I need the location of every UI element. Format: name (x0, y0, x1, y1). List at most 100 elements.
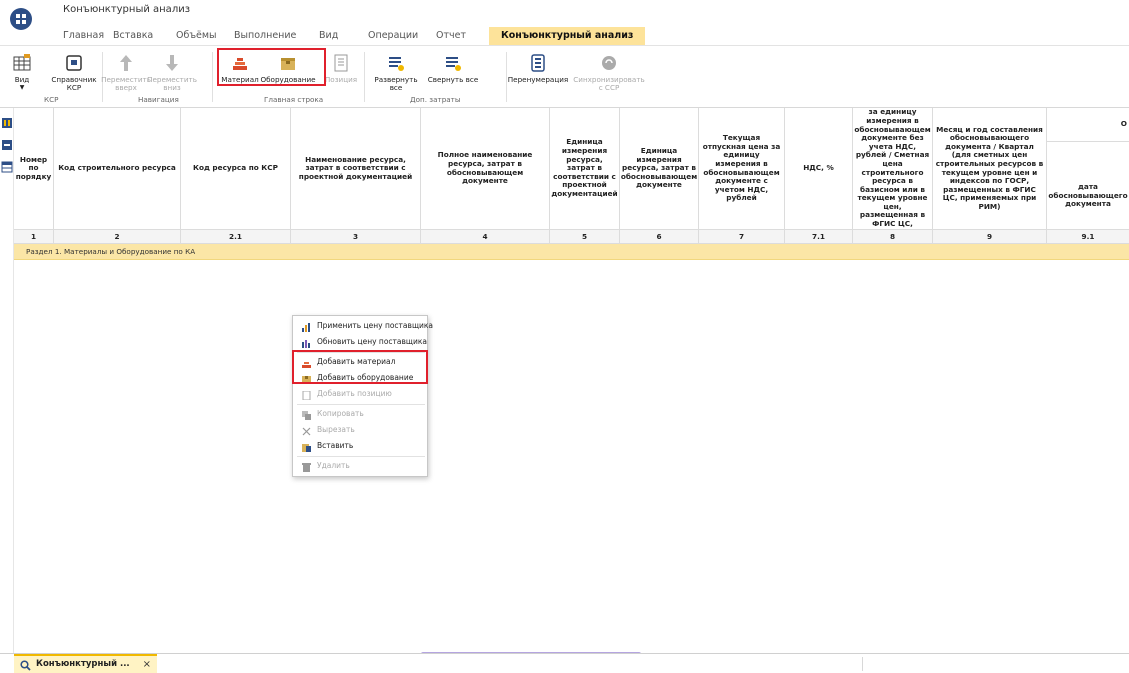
close-icon[interactable]: × (143, 656, 151, 673)
col-number: 3 (291, 230, 421, 244)
header-full-name[interactable]: Полное наименование ресурса, затрат в об… (421, 108, 550, 230)
cut-item[interactable]: Вырезать (293, 422, 429, 438)
menu-volumes[interactable]: Объёмы (176, 28, 217, 44)
highlight-box (217, 48, 326, 86)
sync-ssr-button[interactable]: Синхронизировать с ССР (572, 52, 646, 92)
apply-supplier-price-item[interactable]: Применить цену поставщика (293, 318, 433, 334)
group-main-row: Главная строка (264, 95, 324, 104)
copy-item[interactable]: Копировать (293, 406, 429, 422)
view-button-label: Вид (14, 75, 30, 84)
apply-supplier-price-label: Применить цену поставщика (317, 321, 434, 330)
col-number: 5 (550, 230, 620, 244)
chevron-down-icon: ▼ (19, 84, 25, 91)
paste-item[interactable]: Вставить (293, 438, 429, 454)
renumber-icon (527, 52, 549, 74)
sync-ssr-label: Синхронизировать с ССР (573, 75, 645, 92)
col-number: 1 (14, 230, 54, 244)
tab-market-analysis[interactable]: Конъюнктурный ... × (14, 654, 157, 673)
menu-view[interactable]: Вид (319, 28, 338, 44)
update-supplier-price-item[interactable]: Обновить цену поставщика (293, 334, 429, 350)
delete-label: Удалить (317, 461, 350, 470)
header-order-number[interactable]: Номер по порядку (14, 108, 54, 230)
scissors-icon (302, 426, 311, 436)
document-list-icon (302, 390, 311, 401)
menu-report[interactable]: Отчет (436, 28, 466, 44)
expand-all-label: Развернуть все (374, 75, 418, 92)
ksr-reference-button[interactable]: Справочник КСР (50, 52, 98, 92)
col-number: 2 (54, 230, 181, 244)
book-icon (63, 52, 85, 74)
renumber-label: Перенумерация (507, 75, 569, 84)
menu-home[interactable]: Главная (63, 28, 104, 44)
app-logo-icon[interactable] (10, 8, 32, 30)
header-document-group[interactable]: О (1047, 108, 1129, 142)
col-number: 4 (421, 230, 550, 244)
refresh-chart-icon (302, 338, 311, 348)
arrow-up-icon (115, 52, 137, 74)
move-down-label: Переместить вниз (147, 75, 197, 92)
header-resource-name[interactable]: Наименование ресурса, затрат в соответст… (291, 108, 421, 230)
renumber-button[interactable]: Перенумерация (508, 52, 568, 84)
ksr-reference-label: Справочник КСР (51, 75, 97, 92)
tab-label: Конъюнктурный ... (36, 659, 130, 669)
move-up-button[interactable]: Переместить вверх (101, 52, 151, 92)
group-extra-costs: Доп. затраты (410, 95, 461, 104)
paste-label: Вставить (317, 441, 354, 450)
header-unit-document[interactable]: Единица измерения ресурса, затрат в обос… (620, 108, 699, 230)
trash-icon (302, 462, 311, 472)
magnifier-icon (20, 660, 31, 671)
header-price-without-vat[interactable]: Текущая отпускная цена за единицу измере… (853, 108, 933, 245)
menu-execution[interactable]: Выполнение (234, 28, 296, 44)
view-button[interactable]: Вид ▼ (11, 52, 33, 92)
col-number: 9 (933, 230, 1047, 244)
minus-panel-icon[interactable] (1, 136, 13, 150)
col-number: 7 (699, 230, 785, 244)
document-tabs: Конъюнктурный ... × (0, 653, 1129, 673)
menu-operations[interactable]: Операции (368, 28, 418, 44)
resource-table: Номер по порядку Код строительного ресур… (14, 108, 1129, 653)
position-button[interactable]: Позиция (324, 52, 358, 84)
section-row[interactable]: Раздел 1. Материалы и Оборудование по КА (14, 244, 1129, 260)
col-number: 7.1 (785, 230, 853, 244)
add-position-item[interactable]: Добавить позицию (293, 386, 429, 402)
header-unit-project[interactable]: Единица измерения ресурса, затрат в соот… (550, 108, 620, 230)
ribbon-separator (364, 52, 365, 102)
header-price-with-vat[interactable]: Текущая отпускная цена за единицу измере… (699, 108, 785, 230)
copy-icon (302, 410, 311, 420)
table-layout-icon[interactable] (1, 158, 13, 173)
move-down-button[interactable]: Переместить вниз (147, 52, 197, 92)
move-up-label: Переместить вверх (101, 75, 151, 92)
collapse-all-icon (442, 52, 464, 74)
add-position-label: Добавить позицию (317, 389, 392, 398)
col-number: 6 (620, 230, 699, 244)
expand-all-button[interactable]: Развернуть все (368, 52, 424, 92)
update-supplier-price-label: Обновить цену поставщика (317, 337, 427, 346)
header-vat-percent[interactable]: НДС, % (785, 108, 853, 230)
context-menu: Применить цену поставщика Обновить цену … (292, 315, 433, 477)
table-grid-icon (11, 52, 33, 74)
group-navigation: Навигация (138, 95, 179, 104)
app-window: Конъюнктурный анализ Главная Вставка Объ… (0, 0, 1129, 673)
header-resource-code[interactable]: Код строительного ресурса (54, 108, 181, 230)
collapse-all-label: Свернуть все (427, 75, 479, 84)
ribbon: Вид ▼ Справочник КСР КСР Переместить вве… (0, 46, 1129, 108)
header-ksr-code[interactable]: Код ресурса по КСР (181, 108, 291, 230)
col-number: 8 (853, 230, 933, 244)
menu-market-analysis[interactable]: Конъюнктурный анализ (489, 27, 646, 45)
copy-label: Копировать (317, 409, 364, 418)
position-label: Позиция (324, 75, 358, 84)
ribbon-separator (212, 52, 213, 102)
app-title: Конъюнктурный анализ (63, 4, 191, 15)
header-month-year[interactable]: Месяц и год составления обосновывающего … (933, 108, 1047, 230)
menu-insert[interactable]: Вставка (113, 28, 153, 44)
cut-label: Вырезать (317, 425, 355, 434)
menu-divider (297, 404, 425, 405)
collapse-all-button[interactable]: Свернуть все (426, 52, 480, 84)
left-toolbar (0, 108, 14, 653)
group-ksr: КСР (44, 95, 59, 104)
title-bar: Конъюнктурный анализ Главная Вставка Объ… (0, 0, 1129, 46)
columns-icon[interactable] (1, 114, 13, 128)
delete-item[interactable]: Удалить (293, 458, 429, 474)
header-document-date[interactable]: дата обосновывающего документа (1047, 142, 1129, 230)
expand-all-icon (385, 52, 407, 74)
